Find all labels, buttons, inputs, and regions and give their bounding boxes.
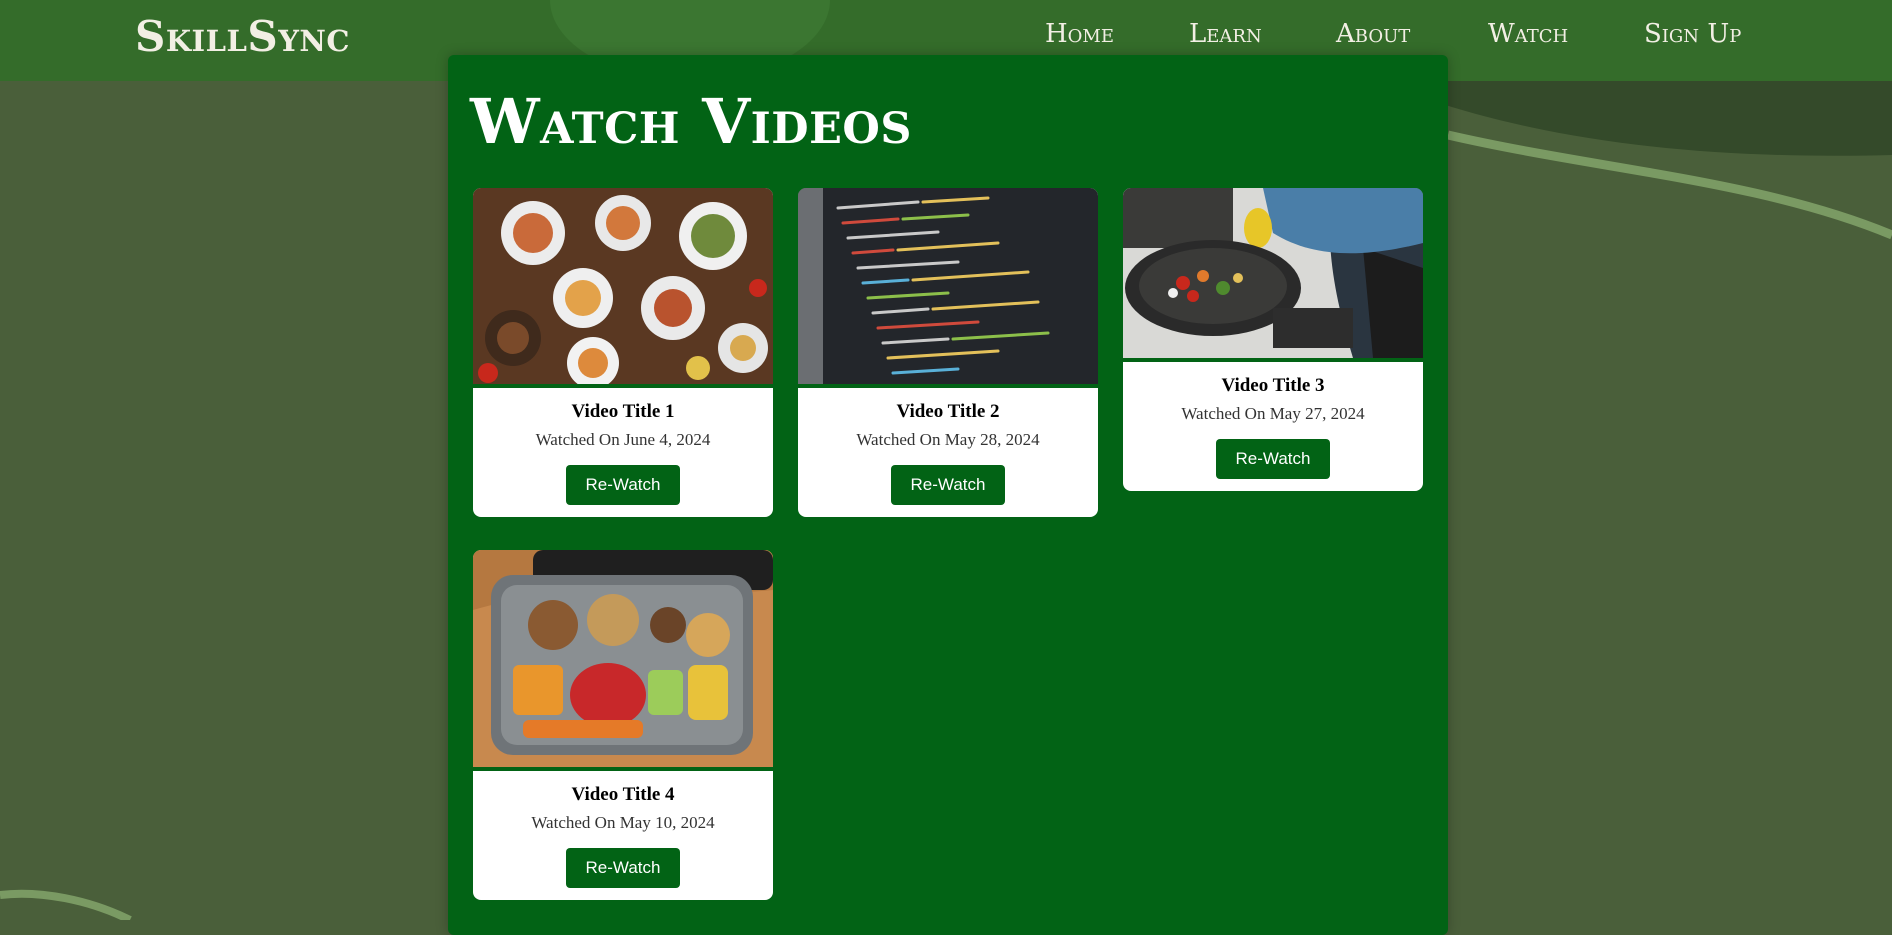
page-title: Watch Videos (470, 85, 912, 158)
nav-learn[interactable]: Learn (1189, 19, 1336, 49)
food-platter-image[interactable] (473, 188, 773, 388)
video-title: Video Title 4 (571, 784, 675, 805)
main-nav: Home Learn About Watch Sign Up (1045, 19, 1741, 49)
nav-watch[interactable]: Watch (1488, 19, 1644, 49)
video-card: Video Title 2 Watched On May 28, 2024 Re… (798, 188, 1098, 517)
watched-date: Watched On May 10, 2024 (531, 813, 715, 832)
video-title: Video Title 2 (896, 401, 1000, 422)
video-title: Video Title 3 (1221, 375, 1325, 396)
watched-date: Watched On June 4, 2024 (535, 430, 711, 449)
nav-home[interactable]: Home (1045, 19, 1189, 49)
rewatch-button[interactable]: Re-Watch (1215, 439, 1331, 479)
brand-logo[interactable]: SkillSync (135, 12, 350, 61)
nav-about[interactable]: About (1336, 19, 1488, 49)
video-card: Video Title 4 Watched On May 10, 2024 Re… (473, 550, 773, 900)
watched-date: Watched On May 27, 2024 (1181, 404, 1365, 423)
video-title: Video Title 1 (571, 401, 675, 422)
watch-videos-panel: Watch Videos Video Title 1 Watched On Ju… (448, 55, 1448, 935)
code-screen-image[interactable] (798, 188, 1098, 388)
rewatch-button[interactable]: Re-Watch (890, 465, 1006, 505)
watched-date: Watched On May 28, 2024 (856, 430, 1040, 449)
rewatch-button[interactable]: Re-Watch (565, 465, 681, 505)
video-card: Video Title 1 Watched On June 4, 2024 Re… (473, 188, 773, 517)
lunchbox-image[interactable] (473, 550, 773, 771)
nav-sign-up[interactable]: Sign Up (1644, 19, 1741, 49)
video-card: Video Title 3 Watched On May 27, 2024 Re… (1123, 188, 1423, 491)
rewatch-button[interactable]: Re-Watch (565, 848, 681, 888)
wok-cooking-image[interactable] (1123, 188, 1423, 362)
